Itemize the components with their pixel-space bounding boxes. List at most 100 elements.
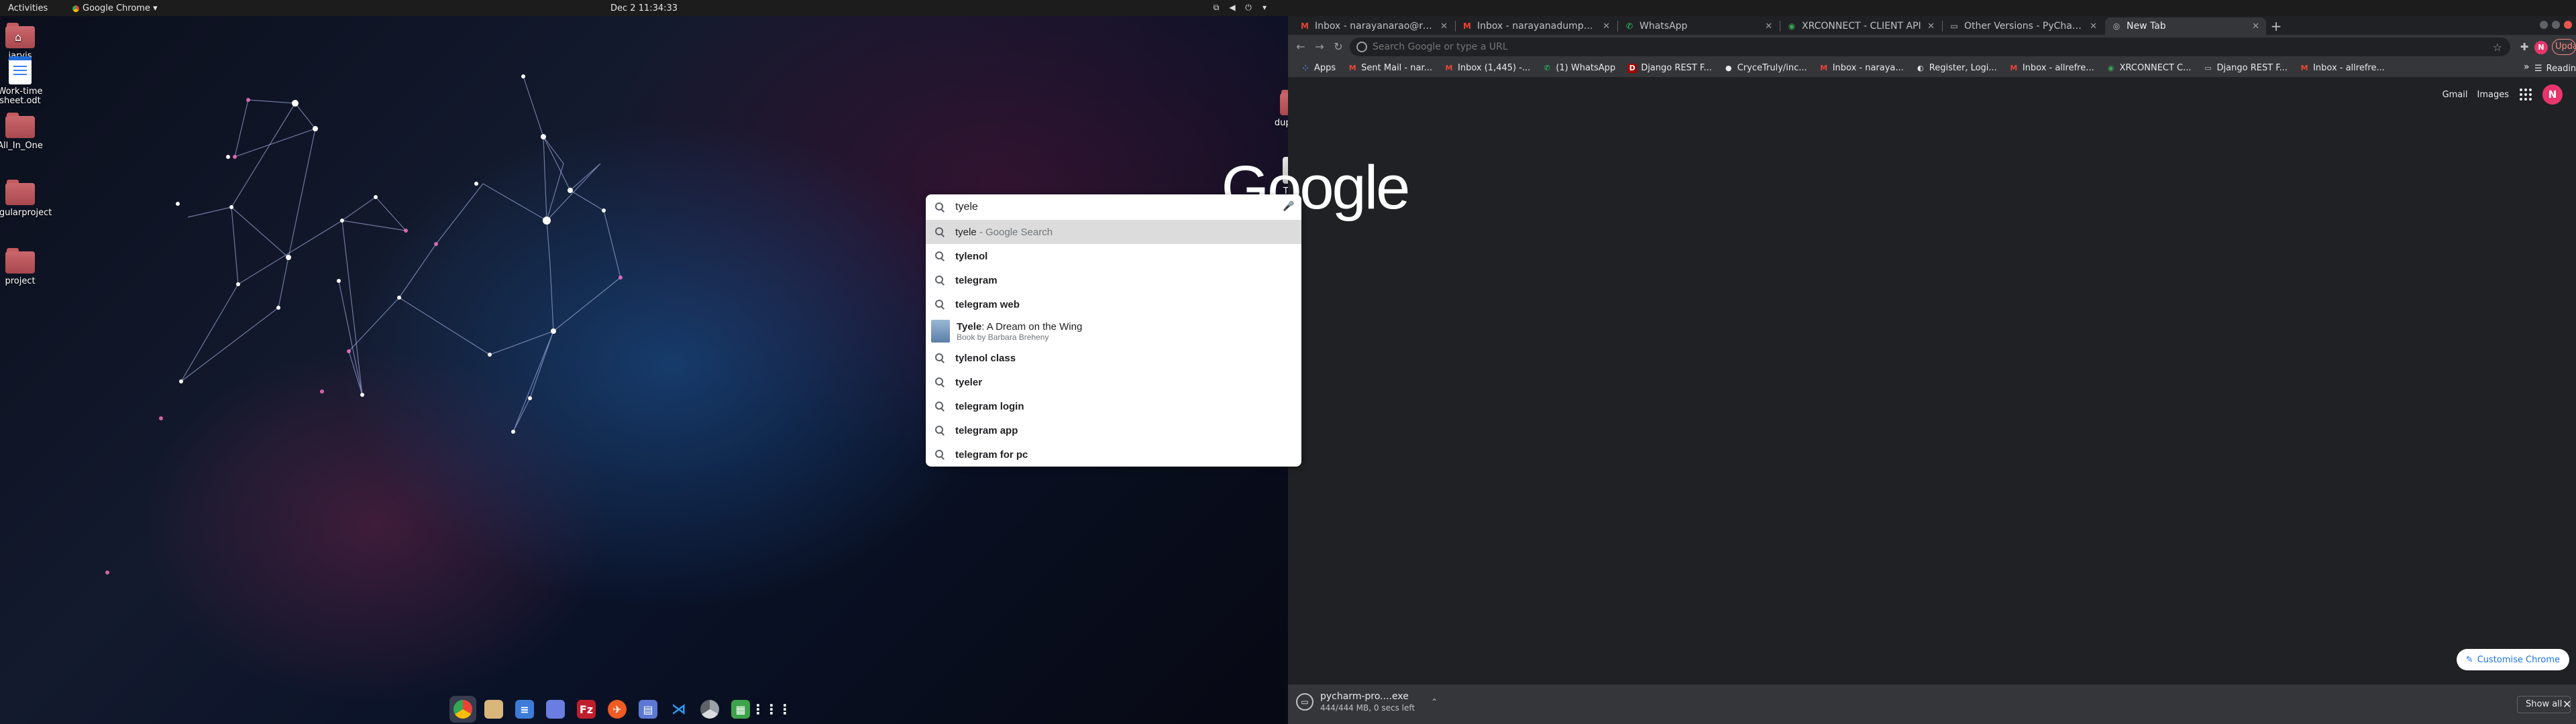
- omnibox[interactable]: ☆: [1350, 38, 2510, 56]
- suggestion-item[interactable]: telegram app: [926, 418, 1301, 442]
- chevron-down-icon[interactable]: ▾: [1260, 3, 1269, 12]
- tab-inbox-narayanadumpala[interactable]: M Inbox - narayanadumpala... ✕: [1456, 17, 1617, 35]
- tab-xrconnect[interactable]: ◉ XRCONNECT - CLIENT API ✕: [1780, 17, 1941, 35]
- close-window-button[interactable]: [2564, 21, 2572, 29]
- dock-files[interactable]: [480, 696, 507, 723]
- bookmark-apps[interactable]: ⁘ Apps: [1295, 59, 1342, 78]
- vscode-icon: ⋊: [672, 701, 686, 718]
- desktop-icon-project[interactable]: project: [0, 248, 60, 286]
- desktop-icon-angularproject[interactable]: angularproject: [0, 180, 60, 218]
- tab-new-tab[interactable]: ◎ New Tab ✕: [2105, 17, 2266, 35]
- activities-button[interactable]: Activities: [8, 3, 48, 13]
- reload-button[interactable]: ↻: [1331, 40, 1346, 54]
- maximize-button[interactable]: [2552, 21, 2560, 29]
- tab-whatsapp[interactable]: ✆ WhatsApp ✕: [1618, 17, 1779, 35]
- dock-vscode[interactable]: ⋊: [665, 696, 692, 723]
- close-icon[interactable]: ✕: [1603, 21, 1610, 32]
- dock-postman[interactable]: ✈: [604, 696, 631, 723]
- customise-chrome-button[interactable]: ✎ Customise Chrome: [2456, 649, 2569, 670]
- dock-notes[interactable]: ▤: [635, 696, 661, 723]
- chrome-icon: [453, 700, 472, 719]
- chevron-up-icon[interactable]: ⌃: [1431, 697, 1438, 707]
- dock-show-apps[interactable]: ⋮⋮⋮: [751, 696, 792, 723]
- search-input[interactable]: [955, 201, 1272, 213]
- bookmark-star-icon[interactable]: ☆: [2493, 41, 2502, 54]
- close-icon[interactable]: ✕: [1927, 21, 1935, 32]
- close-icon[interactable]: ✕: [1765, 21, 1772, 32]
- tab-inbox-narayanarao[interactable]: M Inbox - narayanarao@re... ✕: [1293, 17, 1454, 35]
- images-link[interactable]: Images: [2477, 90, 2510, 100]
- download-item[interactable]: ▭ pycharm-pro....exe 444/444 MB, 0 secs …: [1296, 691, 1438, 713]
- suggestion-rich-item[interactable]: Tyele: A Dream on the Wing Book by Barba…: [926, 316, 1301, 346]
- google-apps-icon[interactable]: [2518, 87, 2533, 102]
- suggestion-item[interactable]: telegram for pc: [926, 442, 1301, 467]
- dock-image-viewer[interactable]: [542, 696, 569, 723]
- suggestion-text: tylenol class: [955, 352, 1016, 364]
- new-tab-button[interactable]: +: [2267, 18, 2285, 34]
- close-icon[interactable]: ✕: [2090, 21, 2097, 32]
- back-button[interactable]: ←: [1293, 40, 1308, 54]
- desktop-icon-duplicate[interactable]: duplicate: [1254, 90, 1288, 128]
- suggestion-item[interactable]: telegram login: [926, 394, 1301, 418]
- bookmark-inbox-allrefre-2[interactable]: M Inbox - allrefre...: [2294, 59, 2391, 78]
- gmail-icon: M: [1348, 63, 1356, 72]
- suggestion-item[interactable]: tyeler: [926, 370, 1301, 394]
- power-icon[interactable]: ⏻: [1244, 3, 1253, 12]
- bookmark-label: Inbox - allrefre...: [2022, 63, 2094, 73]
- suggestion-item[interactable]: tyele - Google Search: [926, 220, 1301, 244]
- gnome-top-bar: Activities Google Chrome ▾ Dec 2 11:34:3…: [0, 0, 2576, 16]
- suggestion-text: tyele: [955, 226, 977, 238]
- dock-filezilla[interactable]: Fz: [573, 696, 600, 723]
- suggestion-text: telegram app: [955, 424, 1018, 436]
- bookmark-inbox-allrefre-1[interactable]: M Inbox - allrefre...: [2003, 59, 2100, 78]
- desktop-icon-all-in-one[interactable]: All_In_One: [0, 113, 60, 151]
- forward-button[interactable]: →: [1312, 40, 1327, 54]
- volume-icon[interactable]: ◀: [1228, 3, 1237, 12]
- bookmark-label: Inbox - naraya...: [1832, 63, 1904, 73]
- suggestion-item[interactable]: telegram: [926, 268, 1301, 292]
- bookmark-django-rest-2[interactable]: ▭ Django REST F...: [2198, 59, 2294, 78]
- search-input-row[interactable]: 🎤: [926, 194, 1301, 220]
- suggestion-item[interactable]: tylenol: [926, 244, 1301, 268]
- close-icon[interactable]: ✕: [2563, 698, 2571, 711]
- reading-list-button[interactable]: ☰ Reading list: [2534, 59, 2576, 78]
- profile-avatar-small[interactable]: N: [2534, 41, 2548, 54]
- dock-text-editor[interactable]: ≡: [511, 696, 538, 723]
- new-tab-page: Gmail Images N Google 🎤 tyele - Google S…: [926, 78, 2576, 684]
- suggestion-item[interactable]: telegram web: [926, 292, 1301, 316]
- bookmark-inbox-naraya[interactable]: M Inbox - naraya...: [1813, 59, 1910, 78]
- network-icon[interactable]: ⧉: [1212, 3, 1221, 12]
- bookmark-whatsapp[interactable]: ✆ (1) WhatsApp: [1536, 59, 1621, 78]
- omnibox-input[interactable]: [1373, 42, 2487, 52]
- profile-avatar[interactable]: N: [2542, 84, 2563, 105]
- update-button[interactable]: Update: [2552, 39, 2576, 55]
- desktop-icon-work-timesheet[interactable]: Work-timesheet.odt: [0, 56, 60, 106]
- bookmark-label: Inbox - allrefre...: [2313, 63, 2385, 73]
- dock-chrome[interactable]: [449, 696, 476, 723]
- desktop-icon-jarvis[interactable]: ⌂ jarvis: [0, 23, 60, 61]
- bookmark-inbox-1445[interactable]: M Inbox (1,445) -...: [1438, 59, 1536, 78]
- bookmark-label: CryceTruly/inc...: [1737, 63, 1807, 73]
- dock-spreadsheet[interactable]: ▦: [727, 696, 754, 723]
- bookmark-xrconnect[interactable]: ◉ XRCONNECT C...: [2100, 59, 2198, 78]
- app-menu[interactable]: Google Chrome ▾: [72, 3, 158, 13]
- suggestion-item[interactable]: tylenol class: [926, 346, 1301, 370]
- system-tray[interactable]: ⧉ ◀ ⏻ ▾: [1212, 3, 1269, 12]
- gmail-link[interactable]: Gmail: [2443, 90, 2468, 100]
- dock-chrome-dev[interactable]: [696, 696, 723, 723]
- minimize-button[interactable]: [2540, 21, 2548, 29]
- bookmark-sent-mail[interactable]: M Sent Mail - nar...: [1342, 59, 1438, 78]
- tab-pycharm-versions[interactable]: ▭ Other Versions - PyCharm ✕: [1943, 17, 2104, 35]
- microphone-icon[interactable]: 🎤: [1283, 201, 1294, 213]
- search-box[interactable]: 🎤 tyele - Google Search tylenol telegram…: [926, 194, 1301, 467]
- clock[interactable]: Dec 2 11:34:33: [610, 3, 678, 13]
- bookmarks-overflow-button[interactable]: »: [2524, 62, 2530, 72]
- extensions-icon[interactable]: ✚: [2518, 41, 2530, 53]
- bookmark-crycetruly[interactable]: ● CryceTruly/inc...: [1718, 59, 1813, 78]
- bookmark-django-rest-1[interactable]: D Django REST F...: [1621, 59, 1718, 78]
- close-icon[interactable]: ✕: [2252, 21, 2259, 32]
- files-icon: [484, 700, 503, 719]
- close-icon[interactable]: ✕: [1440, 21, 1448, 32]
- bookmark-register-login[interactable]: ◐ Register, Logi...: [1910, 59, 2003, 78]
- gmail-icon: M: [2300, 63, 2308, 72]
